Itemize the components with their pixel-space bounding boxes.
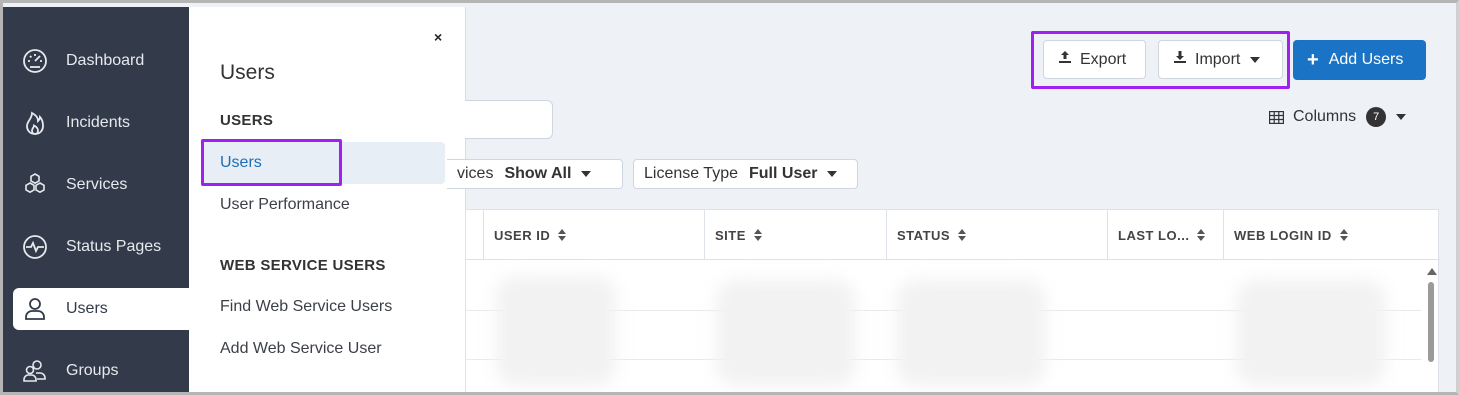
left-nav: Dashboard Incidents Services Status Page… — [3, 7, 189, 392]
nav-item-services[interactable]: Services — [13, 164, 189, 206]
column-header-user-id[interactable]: USER ID — [483, 210, 704, 260]
flyout-link-find-web-service-users[interactable]: Find Web Service Users — [220, 298, 392, 316]
upload-icon — [1058, 50, 1072, 69]
chevron-down-icon — [827, 171, 838, 177]
column-header-status[interactable]: STATUS — [886, 210, 1107, 260]
nav-item-incidents[interactable]: Incidents — [13, 102, 189, 144]
sort-icon — [1339, 229, 1348, 241]
user-icon — [21, 295, 49, 323]
nav-item-users[interactable]: Users — [13, 288, 189, 330]
column-header-site[interactable]: SITE — [704, 210, 886, 260]
columns-label: Columns — [1293, 108, 1357, 125]
sort-icon — [558, 229, 567, 241]
add-users-label: Add Users — [1328, 51, 1404, 68]
nav-label: Status Pages — [66, 238, 162, 255]
nav-label: Services — [66, 176, 128, 193]
sort-icon — [958, 229, 967, 241]
sort-icon — [753, 229, 762, 241]
filter-services[interactable]: vices Show All — [447, 159, 623, 189]
redacted-cell — [1236, 280, 1386, 386]
nav-item-status-pages[interactable]: Status Pages — [13, 226, 189, 268]
users-flyout-panel: × Users USERS Users User Performance WEB… — [189, 7, 466, 392]
table-header: USER ID SITE STATUS LAST LO... WEB LOGIN… — [466, 210, 1440, 260]
filter-services-value: Show All — [504, 165, 572, 182]
table-scrollbar[interactable] — [1423, 262, 1439, 392]
column-header-label: STATUS — [897, 227, 951, 243]
redacted-cell — [716, 280, 856, 386]
hexagons-icon — [21, 171, 49, 199]
nav-label: Dashboard — [66, 52, 145, 69]
nav-item-dashboard[interactable]: Dashboard — [13, 40, 189, 82]
add-users-button[interactable]: + Add Users — [1293, 40, 1426, 80]
column-header-label: SITE — [715, 227, 746, 243]
nav-label: Groups — [66, 362, 119, 379]
nav-label: Users — [66, 300, 108, 317]
export-button-label: Export — [1080, 50, 1127, 68]
columns-count-badge: 7 — [1366, 107, 1387, 127]
filter-services-label: vices — [457, 165, 494, 182]
export-button[interactable]: Export — [1043, 40, 1146, 79]
flyout-link-add-web-service-user[interactable]: Add Web Service User — [220, 340, 382, 358]
redacted-cell — [896, 280, 1046, 386]
column-header-label: WEB LOGIN ID — [1234, 227, 1332, 243]
scrollbar-thumb[interactable] — [1428, 282, 1434, 362]
sort-icon — [1197, 229, 1206, 241]
section-heading-users: USERS — [220, 112, 274, 129]
filter-license-value: Full User — [749, 165, 818, 182]
pulse-icon — [21, 233, 49, 261]
columns-menu[interactable]: Columns 7 — [1269, 107, 1407, 127]
column-header-label: USER ID — [494, 227, 551, 243]
grid-icon — [1269, 110, 1284, 124]
nav-label: Incidents — [66, 114, 131, 131]
download-icon — [1173, 50, 1187, 69]
column-header-label: LAST LO... — [1118, 227, 1190, 243]
chevron-down-icon — [1250, 56, 1261, 63]
flame-icon — [21, 109, 49, 137]
flyout-link-users-label: Users — [220, 154, 262, 171]
nav-item-groups[interactable]: Groups — [13, 350, 189, 392]
chevron-down-icon — [581, 171, 592, 177]
chevron-down-icon — [1396, 114, 1407, 120]
filter-license-label: License Type — [644, 165, 738, 182]
users-table: USER ID SITE STATUS LAST LO... WEB LOGIN… — [465, 209, 1440, 392]
redacted-cell — [496, 276, 616, 386]
plus-icon: + — [1307, 49, 1319, 71]
filter-license-type[interactable]: License Type Full User — [633, 159, 858, 189]
flyout-link-user-performance[interactable]: User Performance — [220, 196, 350, 214]
flyout-title: Users — [220, 61, 275, 84]
flyout-link-users[interactable]: Users — [201, 142, 445, 184]
column-header-last-login[interactable]: LAST LO... — [1107, 210, 1223, 260]
speedometer-icon — [21, 47, 49, 75]
close-icon[interactable]: × — [434, 29, 442, 45]
section-heading-web-service-users: WEB SERVICE USERS — [220, 257, 386, 274]
scroll-up-icon[interactable] — [1427, 268, 1437, 275]
column-header-web-login-id[interactable]: WEB LOGIN ID — [1223, 210, 1440, 260]
search-input[interactable] — [465, 100, 553, 139]
import-dropdown-button[interactable]: Import — [1158, 40, 1283, 79]
import-button-label: Import — [1195, 50, 1241, 68]
app-window: Dashboard Incidents Services Status Page… — [0, 0, 1459, 395]
group-icon — [21, 357, 49, 385]
